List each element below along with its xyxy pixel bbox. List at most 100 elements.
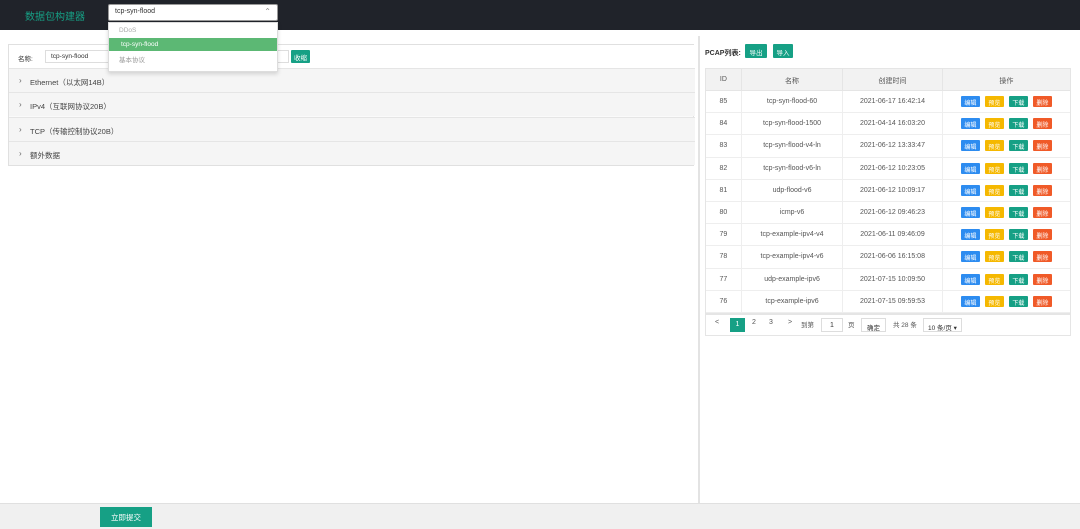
preview-button[interactable]: 预览	[984, 140, 1004, 152]
page-3-button[interactable]: 3	[769, 319, 773, 326]
pcap-table: ID 名称 创建时间 操作 85 tcp-syn-flood-60 2021-06-…	[705, 68, 1071, 314]
cell-time: 2021-07-15 10:09:50	[843, 268, 943, 290]
delete-button[interactable]: 删除	[1032, 140, 1052, 152]
edit-button[interactable]: 编辑	[960, 273, 980, 285]
delete-button[interactable]: 删除	[1032, 162, 1052, 174]
cell-time: 2021-07-15 09:59:53	[843, 290, 943, 312]
edit-button[interactable]: 编辑	[960, 140, 980, 152]
column-header-id: ID	[706, 69, 742, 90]
delete-button[interactable]: 删除	[1032, 96, 1052, 107]
protocol-select-value: tcp-syn-flood	[115, 8, 156, 15]
edit-button[interactable]: 编辑	[960, 206, 980, 218]
cell-time: 2021-06-11 09:46:09	[843, 224, 943, 246]
download-button[interactable]: 下载	[1008, 162, 1028, 174]
download-button[interactable]: 下载	[1008, 295, 1028, 307]
table-row: 80 icmp-v6 2021-06-12 09:46:23 编辑 预览 下载 删除	[706, 201, 1070, 225]
table-row: 79 tcp-example-ipv4-v4 2021-06-11 09:46:09…	[706, 224, 1070, 247]
cell-id: 81	[706, 179, 742, 201]
total-count: 共 28 条	[893, 322, 917, 329]
download-button[interactable]: 下载	[1008, 184, 1028, 196]
delete-button[interactable]: 删除	[1032, 184, 1052, 196]
preview-button[interactable]: 预览	[984, 162, 1004, 174]
section-ipv4[interactable]: › IPv4（互联网协议20B）	[9, 92, 695, 116]
per-page-value: 10 条/页	[928, 325, 952, 332]
cell-time: 2021-06-12 09:46:23	[843, 201, 943, 224]
download-button[interactable]: 下载	[1008, 118, 1028, 130]
protocol-select[interactable]: tcp-syn-flood ⌃	[108, 4, 278, 21]
edit-button[interactable]: 编辑	[960, 96, 980, 107]
cell-id: 76	[706, 290, 742, 312]
column-header-ops: 操作	[999, 78, 1014, 85]
edit-button[interactable]: 编辑	[960, 184, 980, 196]
panel-splitter[interactable]	[698, 36, 700, 504]
cell-name: udp-flood-v6	[742, 179, 844, 201]
section-label: Ethernet（以太网14B）	[30, 78, 110, 87]
section-extra-data[interactable]: › 额外数据	[9, 141, 695, 165]
column-header-time: 创建时间	[843, 69, 943, 90]
app-title: 数据包构建器	[25, 12, 85, 23]
section-label: TCP（传输控制协议20B）	[30, 127, 119, 136]
preview-button[interactable]: 预览	[984, 184, 1004, 196]
download-button[interactable]: 下载	[1008, 229, 1028, 241]
preview-button[interactable]: 预览	[984, 229, 1004, 241]
cell-id: 78	[706, 246, 742, 268]
cell-time: 2021-06-06 16:15:08	[843, 246, 943, 268]
per-page-select[interactable]: 10 条/页 ▾	[923, 318, 962, 332]
pagination: < 1 2 3 > 到第 1 页 确定 共 28 条 10 条/页 ▾	[705, 314, 1071, 336]
chevron-down-icon: ▾	[953, 325, 957, 332]
pcap-list-label: PCAP列表:	[705, 50, 741, 57]
cell-id: 83	[706, 135, 742, 157]
next-page-button[interactable]: >	[788, 319, 792, 326]
edit-button[interactable]: 编辑	[960, 251, 980, 263]
edit-button[interactable]: 编辑	[960, 229, 980, 241]
delete-button[interactable]: 删除	[1032, 118, 1052, 130]
goto-label: 到第	[801, 322, 814, 329]
cell-time: 2021-06-12 10:23:05	[843, 157, 943, 179]
cell-name: icmp-v6	[742, 201, 844, 224]
export-button[interactable]: 导出	[745, 44, 767, 58]
cell-time: 2021-06-12 13:33:47	[843, 135, 943, 157]
goto-confirm-button[interactable]: 确定	[861, 318, 886, 332]
cell-name: tcp-example-ipv4-v6	[742, 246, 844, 268]
preview-button[interactable]: 预览	[984, 96, 1004, 107]
cell-id: 80	[706, 201, 742, 224]
edit-button[interactable]: 编辑	[960, 295, 980, 307]
submit-button[interactable]: 立即提交	[100, 507, 152, 527]
cell-time: 2021-06-12 10:09:17	[843, 179, 943, 201]
collapse-button[interactable]: 收缩	[291, 50, 310, 63]
download-button[interactable]: 下载	[1008, 96, 1028, 107]
protocol-dropdown: DDoS tcp-syn-flood 基本协议	[108, 22, 278, 72]
preview-button[interactable]: 预览	[984, 206, 1004, 218]
page-1-button[interactable]: 1	[730, 318, 745, 332]
cell-ops: 编辑 预览 下载 删除	[943, 291, 1070, 312]
import-button[interactable]: 导入	[773, 44, 793, 58]
dropdown-option-tcp-syn-flood[interactable]: tcp-syn-flood	[109, 38, 277, 51]
delete-button[interactable]: 删除	[1032, 206, 1052, 218]
cell-ops: 编辑 预览 下载 删除	[943, 91, 1070, 112]
cell-name: tcp-syn-flood-1500	[742, 113, 844, 135]
cell-time: 2021-06-17 16:42:14	[843, 91, 943, 113]
cell-ops: 编辑 预览 下载 删除	[943, 180, 1070, 201]
cell-ops: 编辑 预览 下载 删除	[943, 246, 1070, 267]
preview-button[interactable]: 预览	[984, 295, 1004, 307]
page-2-button[interactable]: 2	[752, 319, 756, 326]
goto-page-input[interactable]: 1	[821, 318, 843, 332]
table-row: 77 udp-example-ipv6 2021-07-15 10:09:50 编辑预…	[706, 268, 1070, 291]
download-button[interactable]: 下载	[1008, 140, 1028, 152]
download-button[interactable]: 下载	[1008, 206, 1028, 218]
section-tcp[interactable]: › TCP（传输控制协议20B）	[9, 117, 695, 141]
delete-button[interactable]: 删除	[1032, 295, 1052, 307]
preview-button[interactable]: 预览	[984, 251, 1004, 263]
preview-button[interactable]: 预览	[984, 273, 1004, 285]
cell-ops: 编辑 预览 下载 删除	[943, 224, 1070, 245]
preview-button[interactable]: 预览	[984, 118, 1004, 130]
download-button[interactable]: 下载	[1008, 273, 1028, 285]
delete-button[interactable]: 删除	[1032, 229, 1052, 241]
edit-button[interactable]: 编辑	[960, 118, 980, 130]
delete-button[interactable]: 删除	[1032, 273, 1052, 285]
download-button[interactable]: 下载	[1008, 251, 1028, 263]
prev-page-button[interactable]: <	[715, 319, 719, 326]
cell-name: tcp-syn-flood-v4-ln	[742, 135, 844, 157]
edit-button[interactable]: 编辑	[960, 162, 980, 174]
delete-button[interactable]: 删除	[1032, 251, 1052, 263]
